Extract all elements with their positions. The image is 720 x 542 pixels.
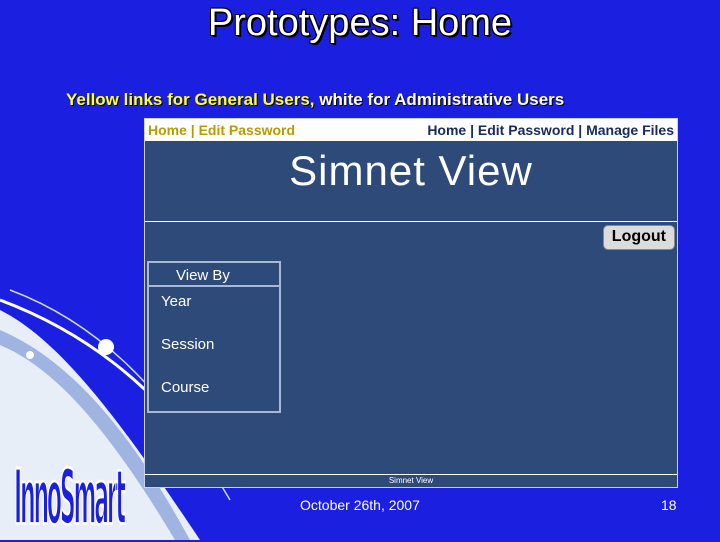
nav-bar: Home | Edit Password Home | Edit Passwor… (145, 119, 677, 141)
view-by-header: View By (149, 263, 279, 287)
view-by-item-course[interactable]: Course (149, 373, 279, 416)
app-mockup-window: Home | Edit Password Home | Edit Passwor… (144, 118, 678, 488)
subtitle-admin-users: white for Administrative Users (319, 90, 565, 109)
admin-user-links[interactable]: Home | Edit Password | Manage Files (427, 122, 674, 138)
general-user-links[interactable]: Home | Edit Password (148, 122, 295, 138)
subtitle-general-users: Yellow links for General Users, (66, 90, 315, 109)
header-divider (145, 221, 677, 222)
slide-footer-date: October 26th, 2007 (300, 497, 420, 513)
slide-title: Prototypes: Home (207, 2, 513, 44)
view-by-item-session[interactable]: Session (149, 330, 279, 373)
slide-subtitle: Yellow links for General Users, white fo… (66, 90, 706, 110)
view-by-item-year[interactable]: Year (149, 287, 279, 330)
app-title: Simnet View (289, 147, 533, 194)
logout-button[interactable]: Logout (602, 225, 675, 250)
view-by-panel: View By Year Session Course (147, 261, 281, 413)
app-footer-label: Simnet View (145, 474, 677, 485)
innosmart-logo: InnoSmart (14, 454, 127, 542)
slide-number: 18 (661, 497, 677, 513)
app-footer: Simnet View (145, 474, 677, 485)
